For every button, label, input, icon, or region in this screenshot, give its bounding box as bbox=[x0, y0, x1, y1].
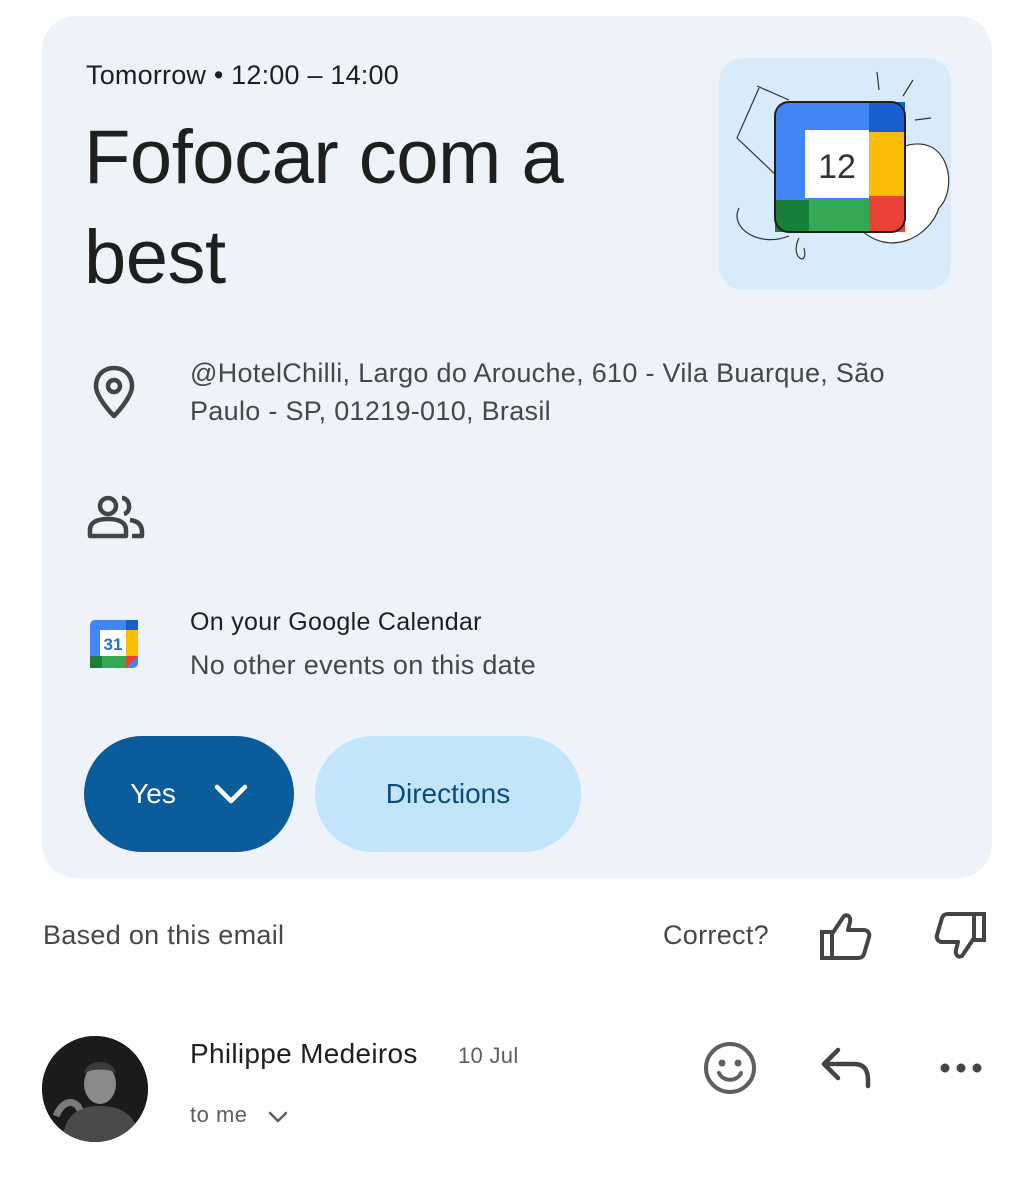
rsvp-yes-label: Yes bbox=[130, 778, 176, 809]
thumbs-up-icon[interactable] bbox=[818, 910, 872, 967]
chevron-down-icon bbox=[214, 784, 248, 804]
more-icon[interactable] bbox=[938, 1058, 984, 1083]
calendar-illustration: 12 bbox=[719, 58, 951, 290]
illustration-number: 12 bbox=[818, 148, 856, 186]
correct-label: Correct? bbox=[663, 920, 769, 950]
calendar-subtitle: No other events on this date bbox=[190, 650, 537, 680]
directions-button[interactable]: Directions bbox=[315, 736, 581, 852]
people-icon bbox=[86, 494, 146, 545]
recipient-label[interactable]: to me bbox=[190, 1102, 248, 1128]
google-calendar-icon: 31 bbox=[86, 616, 142, 677]
event-address[interactable]: @HotelChilli, Largo do Arouche, 610 - Vi… bbox=[190, 354, 950, 430]
avatar[interactable] bbox=[42, 1036, 148, 1142]
thumbs-down-icon[interactable] bbox=[934, 910, 988, 967]
emoji-icon[interactable] bbox=[702, 1040, 758, 1101]
chevron-down-icon[interactable] bbox=[267, 1110, 289, 1129]
directions-label: Directions bbox=[385, 778, 511, 809]
sender-name: Philippe Medeiros bbox=[190, 1038, 418, 1069]
based-on-email-label: Based on this email bbox=[43, 920, 285, 950]
email-date: 10 Jul bbox=[458, 1043, 519, 1068]
calendar-title: On your Google Calendar bbox=[190, 608, 482, 636]
event-title: Fofocar com a best bbox=[84, 115, 564, 300]
reply-icon[interactable] bbox=[818, 1046, 874, 1095]
calendar-icon-number: 31 bbox=[104, 635, 123, 654]
location-pin-icon bbox=[86, 362, 142, 427]
event-time: Tomorrow • 12:00 – 14:00 bbox=[86, 60, 399, 90]
event-card: Tomorrow • 12:00 – 14:00 Fofocar com a b… bbox=[42, 16, 992, 878]
rsvp-yes-button[interactable]: Yes bbox=[84, 736, 294, 852]
